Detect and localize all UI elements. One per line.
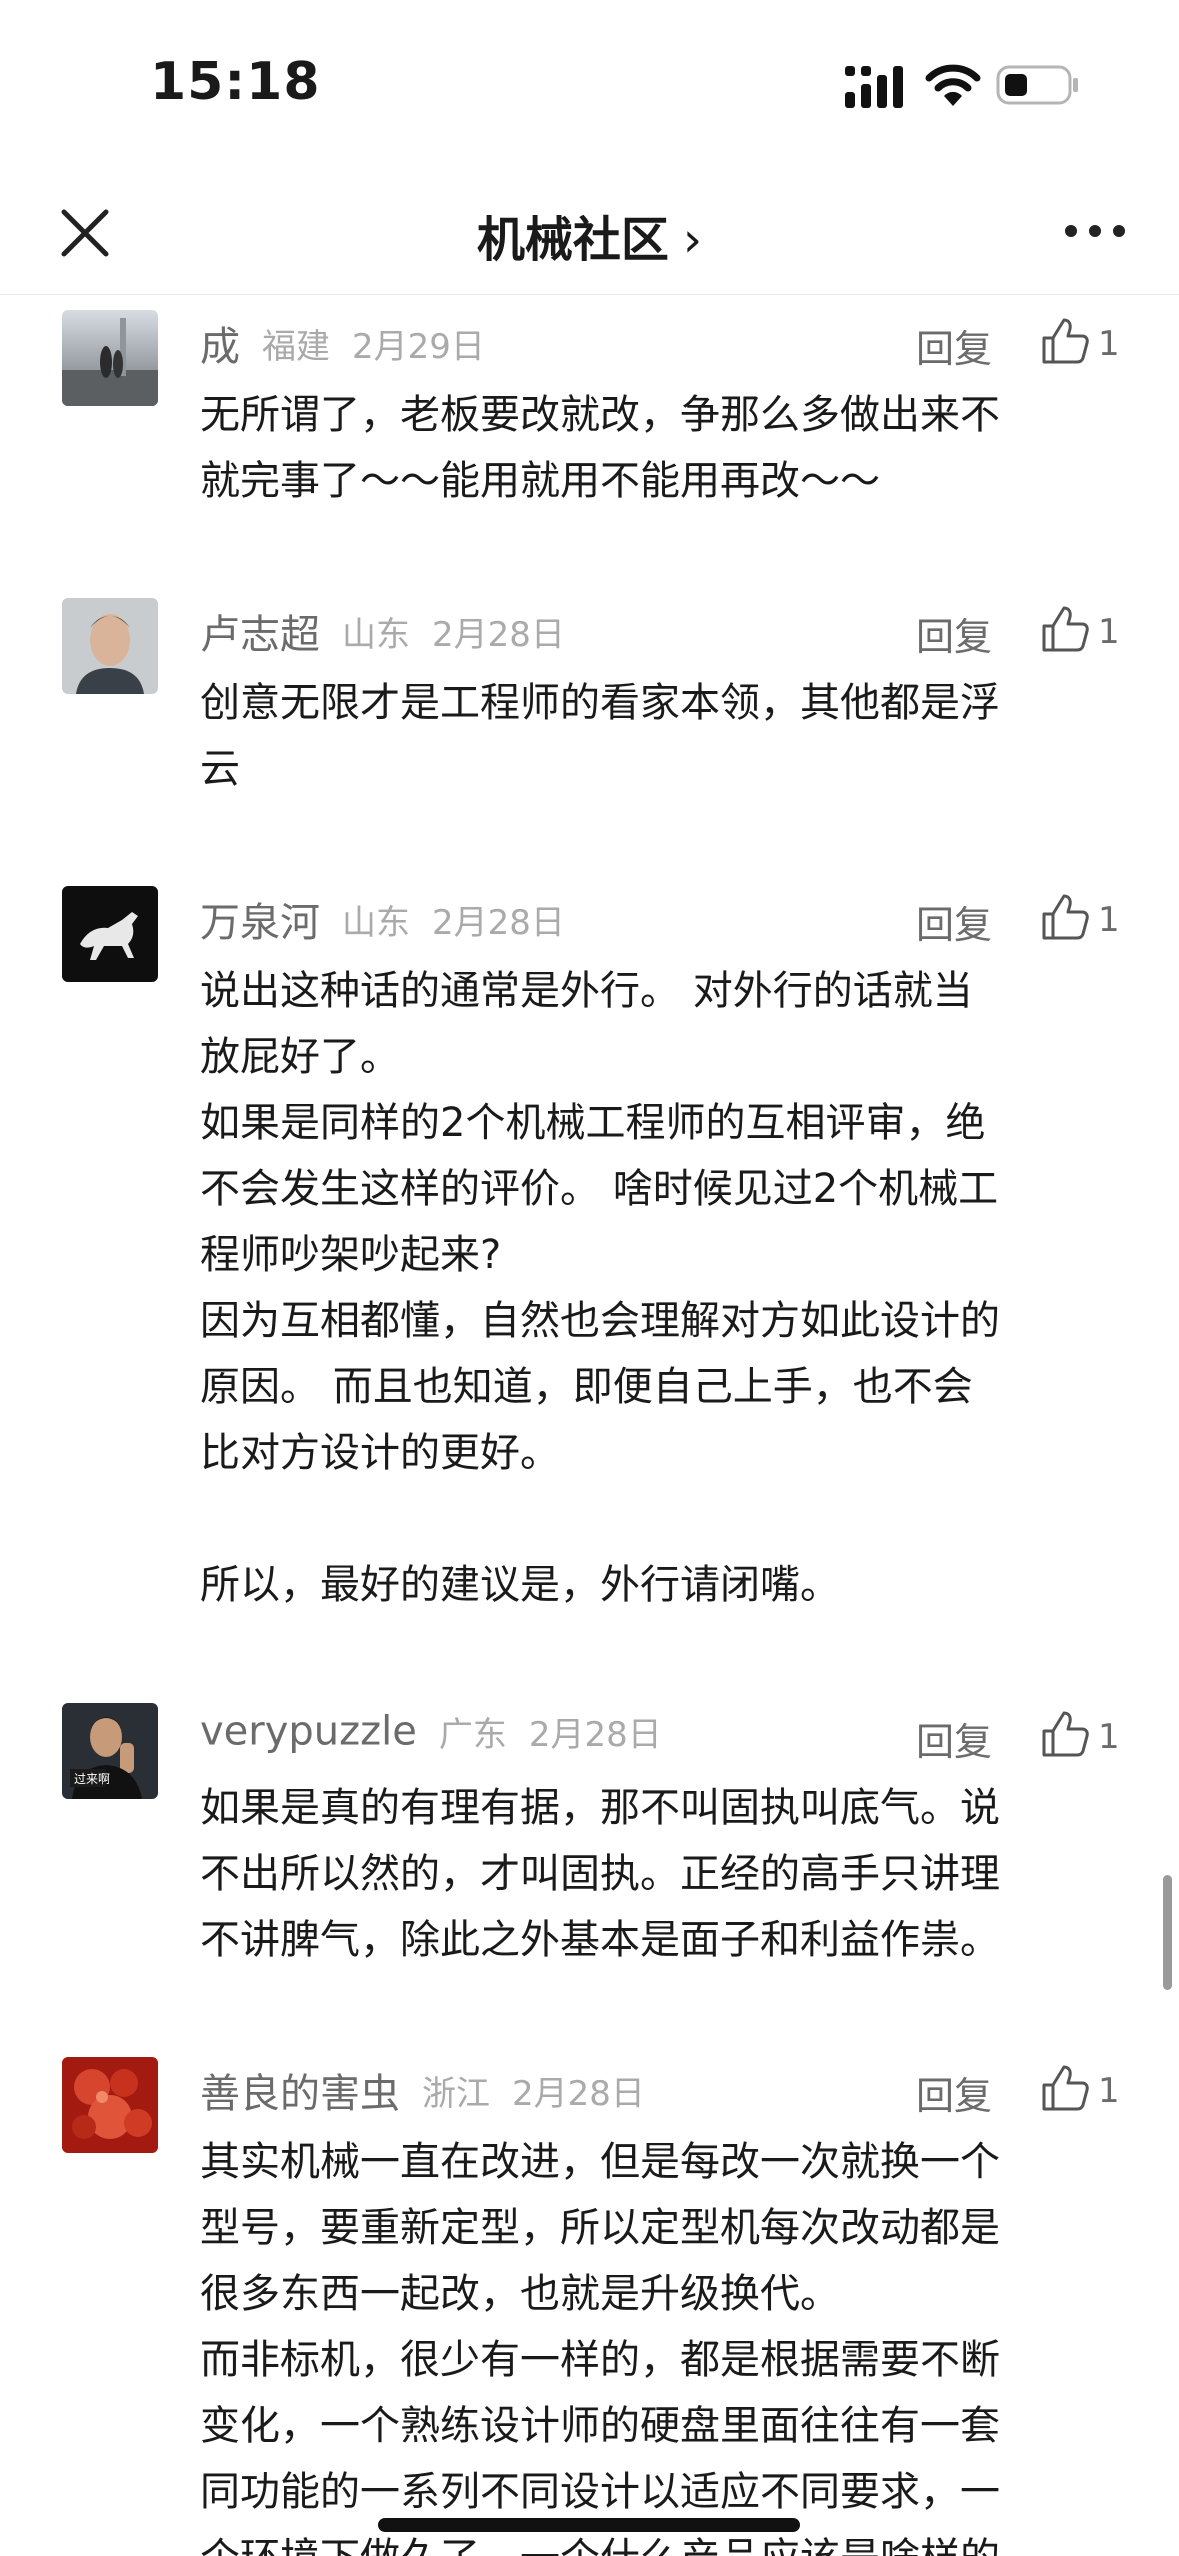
thumbs-up-icon	[1042, 2065, 1089, 2111]
page-title-link[interactable]: 机械社区 ›	[0, 200, 1179, 270]
home-indicator[interactable]	[378, 2518, 800, 2532]
cellular-signal-icon	[845, 66, 903, 108]
comment-line: 就完事了～～能用就用不能用再改～～	[200, 458, 880, 504]
reply-button[interactable]: 回复	[916, 894, 992, 949]
comment-line: 其实机械一直在改进，但是每改一次就换一个	[200, 2139, 1000, 2185]
avatar[interactable]	[62, 2057, 158, 2153]
comment-text: 创意无限才是工程师的看家本领，其他都是浮 云	[200, 670, 1120, 802]
comment-date: 2月28日	[432, 902, 565, 943]
commenter-name[interactable]: 善良的害虫	[200, 2071, 400, 2117]
like-count: 1	[1098, 612, 1120, 652]
reply-button[interactable]: 回复	[916, 606, 992, 661]
comment-line: 比对方设计的更好。	[200, 1430, 560, 1476]
comment-line: 不出所以然的，才叫固执。正经的高手只讲理	[200, 1851, 1000, 1897]
avatar[interactable]	[62, 310, 158, 406]
avatar[interactable]	[62, 886, 158, 982]
comment-date: 2月28日	[432, 614, 565, 655]
comment-line: 因为互相都懂，自然也会理解对方如此设计的	[200, 1298, 1000, 1344]
status-bar: 15:18	[0, 0, 1179, 170]
like-count: 1	[1098, 1717, 1120, 1757]
comment-text: 说出这种话的通常是外行。 对外行的话就当 放屁好了。 如果是同样的2个机械工程师…	[200, 958, 1120, 1618]
comment-line: 同功能的一系列不同设计以适应不同要求，一	[200, 2469, 1000, 2515]
more-options-icon[interactable]	[1060, 206, 1130, 256]
wifi-icon	[925, 64, 981, 106]
comment-item: 善良的害虫 浙江 2月28日 回复 1 其实机械一直在改进，但是每改一次就换一个 型…	[0, 2057, 1179, 2556]
comment-line: 无所谓了，老板要改就改，争那么多做出来不	[200, 392, 1000, 438]
like-count: 1	[1098, 324, 1120, 364]
thumbs-up-icon	[1042, 1711, 1089, 1757]
commenter-name[interactable]: 万泉河	[200, 900, 320, 946]
comment-line: 如果是真的有理有据，那不叫固执叫底气。说	[200, 1785, 1000, 1831]
avatar[interactable]	[62, 598, 158, 694]
reply-button[interactable]: 回复	[916, 2065, 992, 2120]
thumbs-up-icon	[1042, 894, 1089, 940]
reply-button[interactable]: 回复	[916, 318, 992, 373]
like-button[interactable]: 1	[1040, 312, 1120, 372]
comment-item: 万泉河 山东 2月28日 回复 1 说出这种话的通常是外行。 对外行的话就当 放屁好…	[0, 886, 1179, 1646]
comment-date: 2月29日	[352, 326, 485, 367]
page-title: 机械社区	[476, 212, 669, 268]
comment-line: 不会发生这样的评价。 啥时候见过2个机械工	[200, 1166, 999, 1212]
commenter-location: 福建	[262, 326, 330, 367]
like-count: 1	[1098, 2071, 1120, 2111]
comment-line: 很多东西一起改，也就是升级换代。	[200, 2271, 840, 2317]
comment-line: 变化，一个熟练设计师的硬盘里面往往有一套	[200, 2403, 1000, 2449]
reply-button[interactable]: 回复	[916, 1711, 992, 1766]
comment-text: 如果是真的有理有据，那不叫固执叫底气。说 不出所以然的，才叫固执。正经的高手只讲…	[200, 1775, 1120, 1973]
comment-item: 过来啊 verypuzzle 广东 2月28日 回复 1 如果是真的有理有据，那不叫…	[0, 1703, 1179, 1973]
comment-line: 创意无限才是工程师的看家本领，其他都是浮	[200, 680, 1000, 726]
like-button[interactable]: 1	[1040, 2059, 1120, 2119]
like-count: 1	[1098, 900, 1120, 940]
comment-line: 放屁好了。	[200, 1034, 400, 1080]
commenter-location: 广东	[438, 1715, 507, 1755]
comment-date: 2月28日	[528, 1715, 662, 1755]
comment-line: 如果是同样的2个机械工程师的互相评审，绝	[200, 1100, 986, 1146]
comment-text: 无所谓了，老板要改就改，争那么多做出来不 就完事了～～能用就用不能用再改～～	[200, 382, 1120, 514]
nav-bar: 机械社区 ›	[0, 170, 1179, 295]
svg-text:过来啊: 过来啊	[74, 1772, 110, 1786]
scrollbar[interactable]	[1163, 1875, 1172, 1990]
like-button[interactable]: 1	[1040, 600, 1120, 660]
comment-line: 程师吵架吵起来?	[200, 1232, 502, 1278]
avatar[interactable]: 过来啊	[62, 1703, 158, 1799]
thumbs-up-icon	[1042, 606, 1089, 652]
comment-line: 不讲脾气，除此之外基本是面子和利益作祟。	[200, 1917, 1000, 1963]
comment-line: 原因。 而且也知道，即便自己上手，也不会	[200, 1364, 973, 1410]
comment-date: 2月28日	[512, 2073, 645, 2114]
comment-line: 型号，要重新定型，所以定型机每次改动都是	[200, 2205, 1000, 2251]
comment-text: 其实机械一直在改进，但是每改一次就换一个 型号，要重新定型，所以定型机每次改动都…	[200, 2129, 1120, 2556]
battery-icon	[996, 65, 1078, 105]
like-button[interactable]: 1	[1040, 888, 1120, 948]
comment-line: 云	[200, 746, 240, 792]
commenter-name[interactable]: 成	[200, 324, 240, 370]
comment-line: 说出这种话的通常是外行。 对外行的话就当	[200, 968, 973, 1014]
comment-line: 而非标机，很少有一样的，都是根据需要不断	[200, 2337, 1000, 2383]
thumbs-up-icon	[1042, 318, 1089, 364]
commenter-name[interactable]: verypuzzle	[200, 1709, 417, 1755]
commenter-location: 山东	[342, 902, 410, 943]
chevron-right-icon: ›	[682, 212, 703, 268]
commenter-location: 浙江	[422, 2073, 490, 2114]
commenter-name[interactable]: 卢志超	[200, 612, 320, 658]
comment-line: 所以，最好的建议是，外行请闭嘴。	[200, 1562, 840, 1608]
comment-item: 卢志超 山东 2月28日 回复 1 创意无限才是工程师的看家本领，其他都是浮 云	[0, 598, 1179, 798]
comment-item: 成福建 2月29日 回复 1 无所谓了，老板要改就改，争那么多做出来不 就完事了～…	[0, 310, 1179, 510]
like-button[interactable]: 1	[1040, 1705, 1120, 1765]
commenter-location: 山东	[342, 614, 410, 655]
status-time: 15:18	[150, 52, 321, 112]
